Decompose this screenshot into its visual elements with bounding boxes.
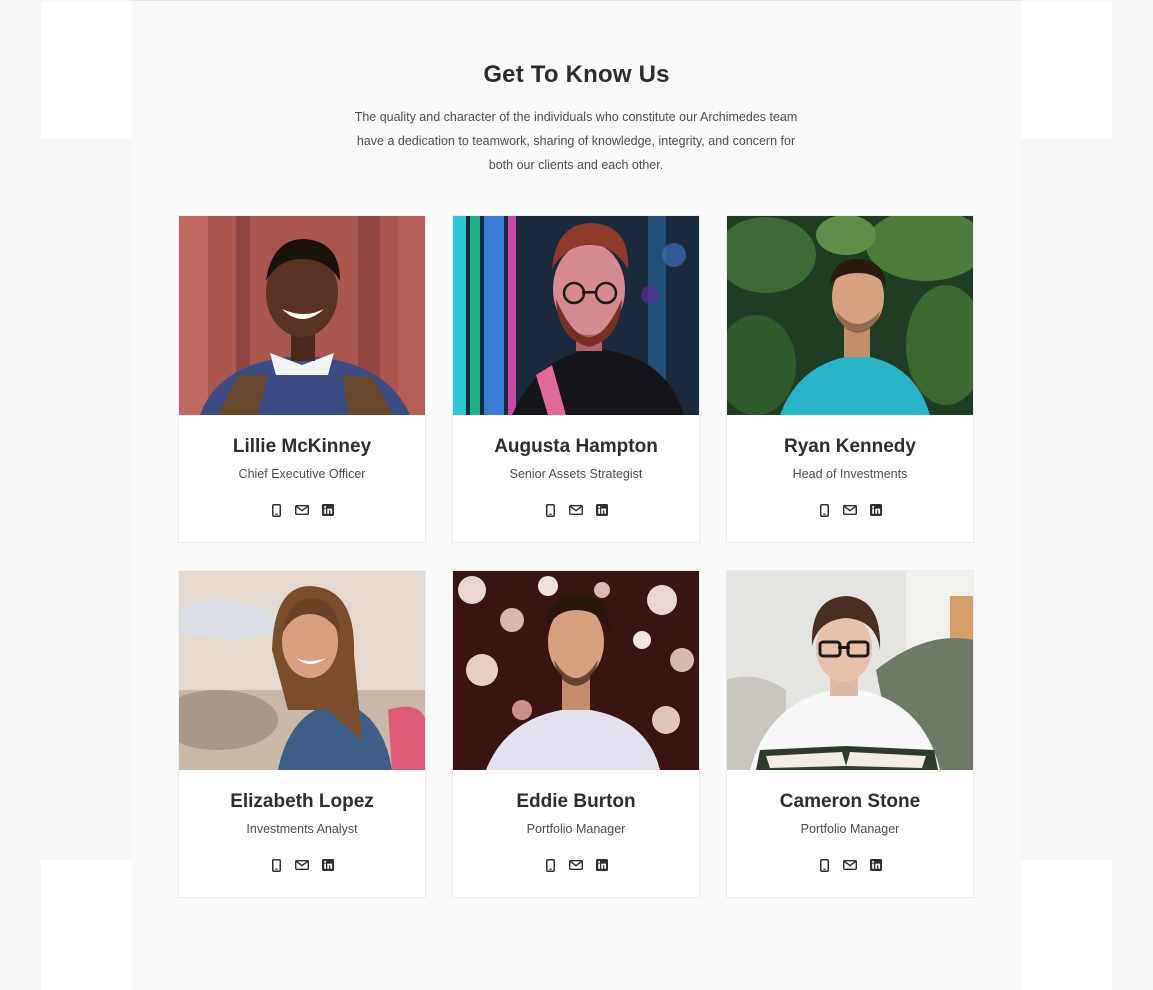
team-member-role: Portfolio Manager: [526, 822, 626, 836]
corner-panel-bottom-left: [41, 860, 132, 990]
linkedin-icon[interactable]: [869, 858, 884, 873]
corner-panel-top-right: [1021, 2, 1112, 139]
mobile-phone-icon[interactable]: [543, 858, 558, 873]
team-member-name: Ryan Kennedy: [784, 436, 916, 457]
team-member-card: Elizabeth Lopez Investments Analyst: [178, 570, 426, 898]
mobile-phone-icon[interactable]: [543, 503, 558, 518]
intro-line: have a dedication to teamwork, sharing o…: [356, 134, 796, 148]
linkedin-icon[interactable]: [321, 858, 336, 873]
team-member-role: Senior Assets Strategist: [509, 467, 643, 481]
team-member-photo: [453, 216, 699, 415]
team-member-name: Lillie McKinney: [232, 436, 372, 457]
team-member-name: Eddie Burton: [516, 791, 636, 812]
mobile-phone-icon[interactable]: [269, 858, 284, 873]
team-member-name: Augusta Hampton: [494, 436, 658, 457]
team-member-card: Augusta Hampton Senior Assets Strategist: [452, 215, 700, 543]
team-section: Get To Know Us The quality and character…: [132, 0, 1021, 990]
intro-line: both our clients and each other.: [488, 158, 664, 172]
team-member-role: Portfolio Manager: [800, 822, 900, 836]
team-member-card: Ryan Kennedy Head of Investments: [726, 215, 974, 543]
mobile-phone-icon[interactable]: [817, 858, 832, 873]
linkedin-icon[interactable]: [869, 503, 884, 518]
contact-links: [453, 502, 699, 518]
linkedin-icon[interactable]: [595, 503, 610, 518]
corner-panel-bottom-right: [1021, 860, 1112, 990]
linkedin-icon[interactable]: [321, 503, 336, 518]
team-member-role: Head of Investments: [792, 467, 908, 481]
section-intro: The quality and character of the individ…: [336, 105, 816, 177]
mobile-phone-icon[interactable]: [269, 503, 284, 518]
linkedin-icon[interactable]: [595, 858, 610, 873]
envelope-icon[interactable]: [569, 503, 584, 518]
envelope-icon[interactable]: [569, 858, 584, 873]
envelope-icon[interactable]: [295, 503, 310, 518]
mobile-phone-icon[interactable]: [817, 503, 832, 518]
team-member-role: Investments Analyst: [246, 822, 358, 836]
section-title: Get To Know Us: [483, 61, 670, 88]
contact-links: [179, 857, 425, 873]
envelope-icon[interactable]: [843, 503, 858, 518]
envelope-icon[interactable]: [295, 858, 310, 873]
team-member-photo: [453, 571, 699, 770]
team-member-name: Cameron Stone: [779, 791, 921, 812]
team-member-name: Elizabeth Lopez: [230, 791, 374, 812]
contact-links: [179, 502, 425, 518]
team-member-photo: [727, 571, 973, 770]
corner-panel-top-left: [41, 2, 132, 139]
contact-links: [727, 857, 973, 873]
intro-line: The quality and character of the individ…: [354, 110, 798, 124]
team-member-photo: [179, 216, 425, 415]
contact-links: [727, 502, 973, 518]
team-member-card: Cameron Stone Portfolio Manager: [726, 570, 974, 898]
team-member-photo: [179, 571, 425, 770]
envelope-icon[interactable]: [843, 858, 858, 873]
team-member-role: Chief Executive Officer: [238, 467, 366, 481]
contact-links: [453, 857, 699, 873]
team-member-card: Eddie Burton Portfolio Manager: [452, 570, 700, 898]
team-member-card: Lillie McKinney Chief Executive Officer: [178, 215, 426, 543]
team-member-photo: [727, 216, 973, 415]
